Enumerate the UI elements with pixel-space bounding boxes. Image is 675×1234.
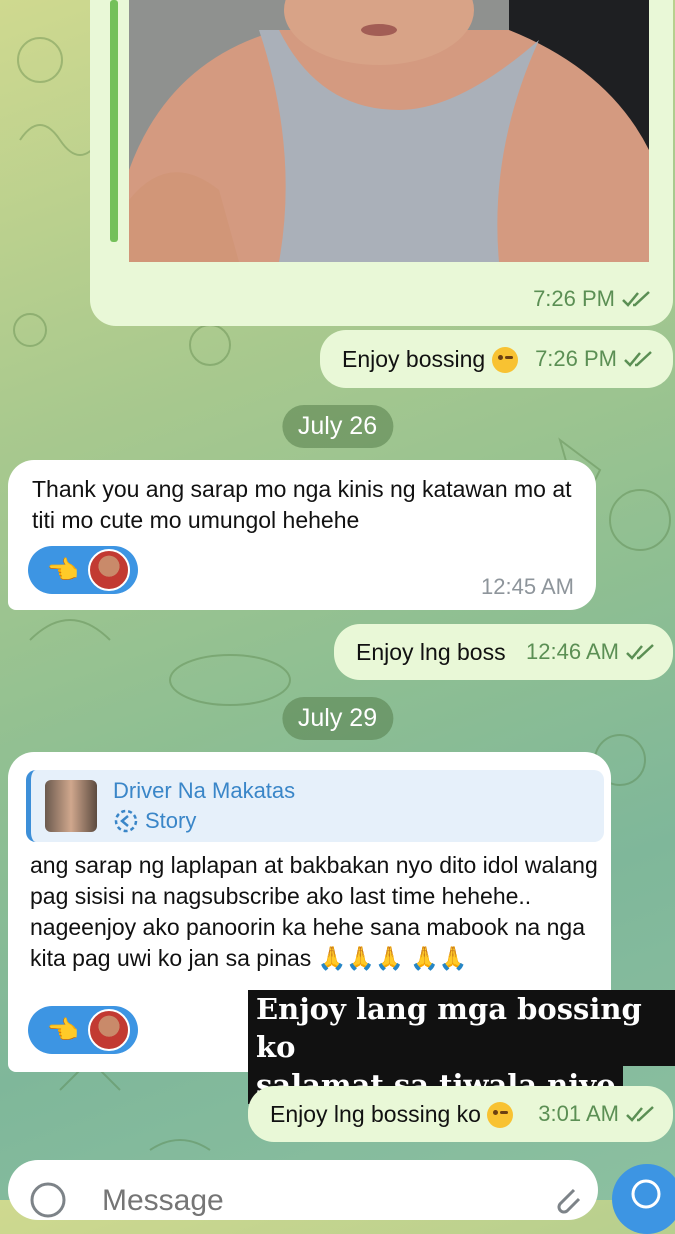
winking-face-emoji — [491, 347, 518, 374]
message-text: Enjoy bossing — [342, 345, 486, 372]
story-icon — [114, 809, 138, 833]
reply-type: Story — [145, 808, 197, 833]
photo[interactable] — [108, 0, 653, 262]
send-button[interactable] — [612, 1164, 675, 1234]
outgoing-message[interactable]: Enjoy lng bossing ko 3:01 AM — [248, 1086, 673, 1142]
incoming-message[interactable]: Thank you ang sarap mo nga kinis ng kata… — [8, 460, 596, 610]
attach-icon[interactable] — [546, 1178, 586, 1218]
read-receipt-icon — [626, 1106, 654, 1122]
read-receipt-icon — [622, 291, 650, 307]
outgoing-message[interactable]: Enjoy bossing 7:26 PM — [320, 330, 673, 388]
avatar — [88, 549, 130, 591]
date-separator: July 29 — [281, 697, 394, 740]
message-text: ang sarap ng laplapan at bakbakan nyo di… — [30, 852, 598, 971]
message-time: 3:01 AM — [538, 1101, 619, 1126]
winking-face-emoji — [487, 1102, 514, 1129]
date-separator: July 26 — [281, 405, 394, 448]
message-time: 7:26 PM — [535, 346, 617, 371]
message-time: 7:26 PM — [533, 286, 615, 311]
reply-preview[interactable]: Driver Na Makatas Story — [26, 770, 604, 842]
message-composer — [8, 1160, 598, 1222]
photo-message[interactable]: 7:26 PM — [90, 0, 673, 326]
avatar — [88, 1009, 130, 1051]
reaction-badge[interactable]: 👈 — [28, 546, 138, 594]
camera-icon — [631, 1179, 661, 1209]
message-text: Enjoy lng boss — [356, 638, 506, 665]
outgoing-message[interactable]: Enjoy lng boss 12:46 AM — [334, 624, 673, 680]
pointing-hand-emoji: 👈 — [46, 554, 80, 585]
read-receipt-icon — [626, 644, 654, 660]
reply-author: Driver Na Makatas — [113, 778, 296, 803]
message-input[interactable] — [100, 1180, 524, 1222]
message-text: Thank you ang sarap mo nga kinis ng kata… — [32, 476, 572, 533]
story-thumbnail — [45, 780, 97, 832]
message-text: Enjoy lng bossing ko — [270, 1100, 481, 1127]
read-receipt-icon — [624, 351, 652, 367]
pointing-hand-emoji: 👈 — [46, 1014, 80, 1045]
reaction-badge[interactable]: 👈 — [28, 1006, 138, 1054]
emoji-icon[interactable] — [28, 1180, 68, 1220]
caption-line: Enjoy lang mga bossing ko — [248, 990, 675, 1066]
message-time: 12:46 AM — [526, 639, 619, 664]
message-time: 12:45 AM — [481, 574, 574, 599]
selfie-photo — [129, 0, 649, 262]
